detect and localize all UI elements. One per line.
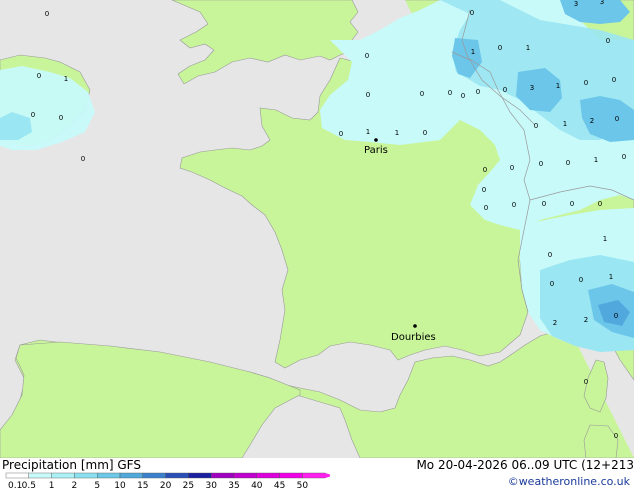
precip-value: 0 <box>615 115 619 123</box>
precip-value: 2 <box>590 117 594 125</box>
precip-value: 0 <box>534 122 538 130</box>
precip-value: 2 <box>584 316 588 324</box>
precip-value: 0 <box>45 10 49 18</box>
precip-value: 0 <box>614 312 618 320</box>
precip-value: 0 <box>461 92 465 100</box>
precip-value: 0 <box>584 378 588 386</box>
colorbar-tick-label: 30 <box>205 481 217 490</box>
precip-value: 0 <box>423 129 427 137</box>
precip-value: 1 <box>594 156 598 164</box>
precip-value: 0 <box>606 37 610 45</box>
precip-value: 0 <box>448 89 452 97</box>
precip-value: 0 <box>510 164 514 172</box>
precip-value: 0 <box>470 9 474 17</box>
colorbar-tick-label: 15 <box>137 481 148 490</box>
precip-value: 0 <box>366 91 370 99</box>
colorbar-swatch <box>119 472 143 479</box>
validity-time: Mo 20-04-2026 06..09 UTC (12+213 <box>416 458 634 472</box>
precip-value: 0 <box>598 200 602 208</box>
colorbar-tick-label: 35 <box>228 481 239 490</box>
precip-value: 0 <box>498 44 502 52</box>
colorbar-tick-label: 5 <box>94 481 100 490</box>
precip-value: 1 <box>526 44 530 52</box>
colorbar-tick-label: 0.5 <box>22 481 36 490</box>
colorbar-tick-label: 20 <box>160 481 172 490</box>
precip-value: 0 <box>420 90 424 98</box>
colorbar-tick-label: 40 <box>251 481 263 490</box>
legend-bar: Precipitation [mm] GFS Mo 20-04-2026 06.… <box>0 458 634 490</box>
colorbar-swatch <box>96 472 121 479</box>
legend-title: Precipitation [mm] GFS <box>2 458 141 472</box>
precip-value: 0 <box>579 276 583 284</box>
precip-value: 0 <box>512 201 516 209</box>
precip-value: 1 <box>366 128 370 136</box>
precip-value: 0 <box>484 204 488 212</box>
precip-value: 0 <box>542 200 546 208</box>
precip-value: 1 <box>64 75 68 83</box>
precip-value: 0 <box>570 200 574 208</box>
colorbar-swatch <box>165 472 189 479</box>
colorbar-tick-label: 10 <box>114 481 126 490</box>
colorbar-swatch <box>210 472 235 479</box>
precip-value: 0 <box>584 79 588 87</box>
precip-value: 0 <box>37 72 41 80</box>
city-marker-paris <box>374 138 378 142</box>
colorbar-swatch <box>188 472 212 479</box>
colorbar-swatch <box>279 472 303 479</box>
colorbar-end-arrow <box>325 473 330 478</box>
precip-value: 0 <box>482 186 486 194</box>
colorbar-tick-label: 45 <box>274 481 285 490</box>
precip-value: 1 <box>603 235 607 243</box>
city-label-dourbies: Dourbies <box>391 332 436 343</box>
precip-value: 0 <box>566 159 570 167</box>
colorbar-swatch <box>5 472 29 479</box>
colorbar-swatch <box>302 472 326 479</box>
precip-value: 0 <box>339 130 343 138</box>
precip-value: 0 <box>483 166 487 174</box>
colorbar-swatch <box>28 472 52 479</box>
weather-map-view: Paris Dourbies 3 3 0 0 0 0 0 1 1 0 1 0 0… <box>0 0 634 490</box>
colorbar-swatch <box>51 472 75 479</box>
precip-value: 3 <box>600 0 604 6</box>
precip-value: 0 <box>614 432 618 440</box>
precip-value: 0 <box>476 88 480 96</box>
precip-value: 3 <box>530 84 534 92</box>
colorbar-swatch <box>142 472 166 479</box>
colorbar-tick-label: 2 <box>72 481 78 490</box>
precip-value: 0 <box>550 280 554 288</box>
colorbar-swatch <box>74 472 98 479</box>
precip-value: 1 <box>471 48 475 56</box>
city-marker-dourbies <box>413 324 417 328</box>
precip-value: 0 <box>548 251 552 259</box>
precipitation-map: Paris Dourbies 3 3 0 0 0 0 0 1 1 0 1 0 0… <box>0 0 634 458</box>
precip-value: 1 <box>563 120 567 128</box>
precip-value: 1 <box>395 129 399 137</box>
precip-value: 0 <box>59 114 63 122</box>
precip-value: 0 <box>365 52 369 60</box>
colorbar-swatch <box>233 472 257 479</box>
precip-value: 2 <box>553 319 557 327</box>
precip-value: 0 <box>503 86 507 94</box>
precip-value: 0 <box>622 153 626 161</box>
precip-value: 1 <box>609 273 613 281</box>
precip-value: 0 <box>612 76 616 84</box>
precip-value: 1 <box>556 82 560 90</box>
precipitation-colorbar: 0.1 0.5 1 2 5 10 15 20 25 30 35 40 45 50 <box>5 472 330 490</box>
colorbar-tick-label: 25 <box>183 481 194 490</box>
precip-value: 0 <box>81 155 85 163</box>
colorbar-tick-label: 50 <box>297 481 309 490</box>
colorbar-tick-label: 1 <box>49 481 55 490</box>
credit-link[interactable]: ©weatheronline.co.uk <box>508 475 630 488</box>
city-label-paris: Paris <box>364 145 388 156</box>
precip-value: 0 <box>539 160 543 168</box>
precip-value: 3 <box>574 0 578 8</box>
colorbar-swatch <box>256 472 280 479</box>
colorbar-tick-label: 0.1 <box>8 481 22 490</box>
precip-value: 0 <box>31 111 35 119</box>
